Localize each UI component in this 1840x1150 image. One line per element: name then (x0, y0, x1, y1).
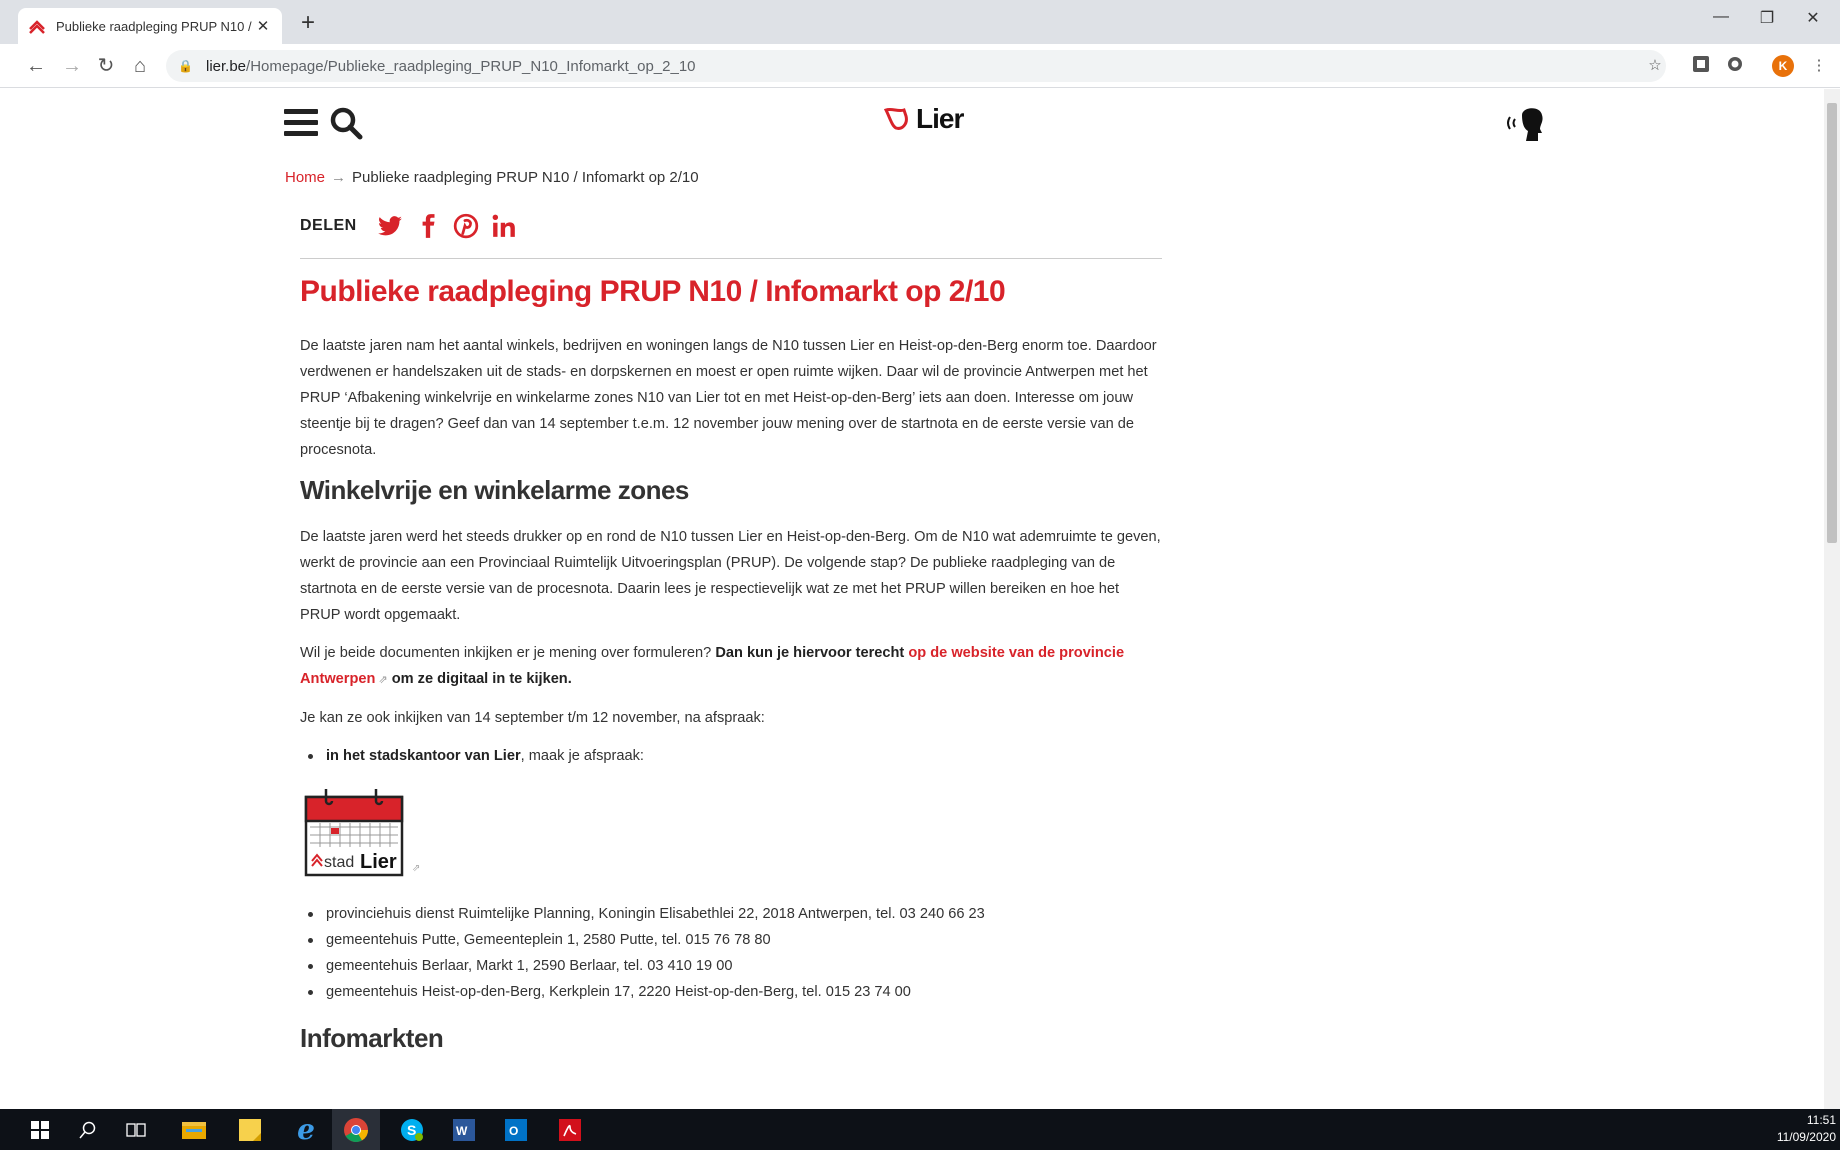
list-item: gemeentehuis Heist-op-den-Berg, Kerkplei… (300, 979, 1162, 1005)
search-taskbar-icon[interactable] (64, 1109, 112, 1150)
clock-time: 11:51 (1806, 1113, 1836, 1127)
list-item: in het stadskantoor van Lier, maak je af… (300, 743, 1162, 769)
stadskantoor-bold: in het stadskantoor van Lier (326, 748, 521, 764)
documents-suffix: om ze digitaal in te kijken. (387, 671, 572, 687)
documents-paragraph: Wil je beide documenten inkijken er je m… (300, 640, 1162, 693)
svg-text:S: S (407, 1122, 416, 1138)
extension-circle-icon[interactable] (1724, 55, 1746, 77)
scrollbar-thumb[interactable] (1827, 103, 1837, 543)
external-link-icon: ⇗ (375, 674, 388, 686)
search-icon[interactable] (328, 105, 364, 141)
forward-icon[interactable]: → (58, 52, 86, 80)
svg-text:W: W (456, 1124, 468, 1138)
close-window-icon[interactable]: ✕ (1790, 8, 1836, 34)
minimize-icon[interactable]: — (1698, 8, 1744, 34)
url-path: /Homepage/Publieke_raadpleging_PRUP_N10_… (246, 57, 696, 75)
outlook-icon[interactable]: O (492, 1109, 540, 1150)
lock-icon: 🔒 (178, 59, 193, 73)
hamburger-menu-icon[interactable] (284, 109, 318, 139)
tab-title: Publieke raadpleging PRUP N10 / (56, 18, 252, 34)
browser-menu-icon[interactable]: ⋮ (1808, 55, 1830, 77)
url-host: lier.be (206, 57, 247, 75)
back-icon[interactable]: ← (22, 52, 50, 80)
linkedin-icon[interactable] (491, 213, 517, 239)
internet-explorer-icon[interactable]: e (282, 1109, 330, 1150)
acrobat-icon[interactable] (546, 1109, 594, 1150)
breadcrumb-home-link[interactable]: Home (285, 169, 325, 186)
restore-icon[interactable]: ❐ (1744, 8, 1790, 34)
breadcrumb-current: Publieke raadpleging PRUP N10 / Infomark… (352, 169, 699, 186)
breadcrumb: Home → Publieke raadpleging PRUP N10 / Inf… (285, 169, 699, 186)
stadskantoor-list: in het stadskantoor van Lier, maak je af… (300, 743, 1162, 769)
breadcrumb-separator: → (331, 169, 347, 186)
heading-zones: Winkelvrije en winkelarme zones (300, 475, 689, 505)
calendar-lier-text: Lier (360, 851, 397, 873)
twitter-icon[interactable] (377, 213, 403, 239)
browser-tab-strip: Publieke raadpleging PRUP N10 / ✕ + — ❐ … (0, 0, 1840, 44)
lier-logo-mark-icon (884, 107, 908, 130)
task-view-icon[interactable] (112, 1109, 160, 1150)
word-icon[interactable]: W (440, 1109, 488, 1150)
home-icon[interactable]: ⌂ (126, 52, 154, 80)
calendar-stad-text: stad (324, 854, 354, 871)
article: Publieke raadpleging PRUP N10 / Infomark… (300, 275, 1162, 1072)
pinterest-icon[interactable] (453, 213, 479, 239)
site-logo[interactable]: Lier (884, 103, 964, 135)
skype-icon[interactable]: S (388, 1109, 436, 1150)
logo-text: Lier (916, 103, 964, 134)
zones-paragraph: De laatste jaren werd het steeds drukker… (300, 529, 1161, 623)
inspect-paragraph: Je kan ze ook inkijken van 14 september … (300, 710, 765, 726)
share-bar: DELEN (300, 213, 529, 239)
clock-date: 11/09/2020 (1776, 1130, 1836, 1144)
intro-paragraph: De laatste jaren nam het aantal winkels,… (300, 338, 1157, 458)
extension-office-icon[interactable] (1690, 55, 1712, 77)
list-item: gemeentehuis Putte, Gemeenteplein 1, 258… (300, 927, 1162, 953)
calendar-external-icon: ⇗ (412, 863, 421, 874)
address-bar[interactable]: 🔒 lier.be/Homepage/Publieke_raadpleging_… (166, 50, 1666, 82)
read-aloud-icon[interactable] (1504, 101, 1550, 145)
browser-tab[interactable]: Publieke raadpleging PRUP N10 / ✕ (18, 8, 282, 44)
svg-text:O: O (509, 1124, 518, 1138)
share-divider (300, 258, 1162, 259)
lier-favicon-icon (29, 20, 45, 34)
profile-avatar[interactable]: K (1772, 55, 1794, 77)
appointment-calendar-button[interactable]: stad Lier ⇗ (304, 787, 420, 877)
file-explorer-icon[interactable] (170, 1109, 218, 1150)
facebook-icon[interactable] (415, 213, 441, 239)
locations-list: provinciehuis dienst Ruimtelijke Plannin… (300, 901, 1162, 1005)
browser-toolbar: ← → ↻ ⌂ 🔒 lier.be/Homepage/Publieke_raad… (0, 44, 1840, 88)
sticky-notes-icon[interactable] (226, 1109, 274, 1150)
system-clock[interactable]: 11:51 11/09/2020 (1777, 1112, 1836, 1146)
stadskantoor-rest: , maak je afspraak: (520, 748, 644, 764)
tab-close-icon[interactable]: ✕ (254, 17, 272, 35)
documents-text: Wil je beide documenten inkijken er je m… (300, 645, 716, 661)
calendar-icon: stad Lier (304, 789, 404, 877)
bookmark-star-icon[interactable]: ☆ (1644, 55, 1666, 77)
list-item: gemeentehuis Berlaar, Markt 1, 2590 Berl… (300, 953, 1162, 979)
new-tab-button[interactable]: + (294, 10, 322, 38)
windows-start-icon[interactable] (16, 1109, 64, 1150)
documents-bold: Dan kun je hiervoor terecht (715, 645, 909, 661)
page-viewport: Lier Home → Publieke raadpleging PRUP N10 … (0, 89, 1824, 1109)
chrome-icon[interactable] (332, 1109, 380, 1150)
windows-taskbar: e S W O 11:51 11/09/2020 (0, 1109, 1840, 1150)
page-scrollbar[interactable] (1824, 89, 1840, 1109)
share-label: DELEN (300, 217, 357, 234)
heading-infomarkten: Infomarkten (300, 1023, 444, 1053)
list-item: provinciehuis dienst Ruimtelijke Plannin… (300, 901, 1162, 927)
reload-icon[interactable]: ↻ (92, 52, 120, 80)
page-title: Publieke raadpleging PRUP N10 / Infomark… (300, 275, 1006, 308)
